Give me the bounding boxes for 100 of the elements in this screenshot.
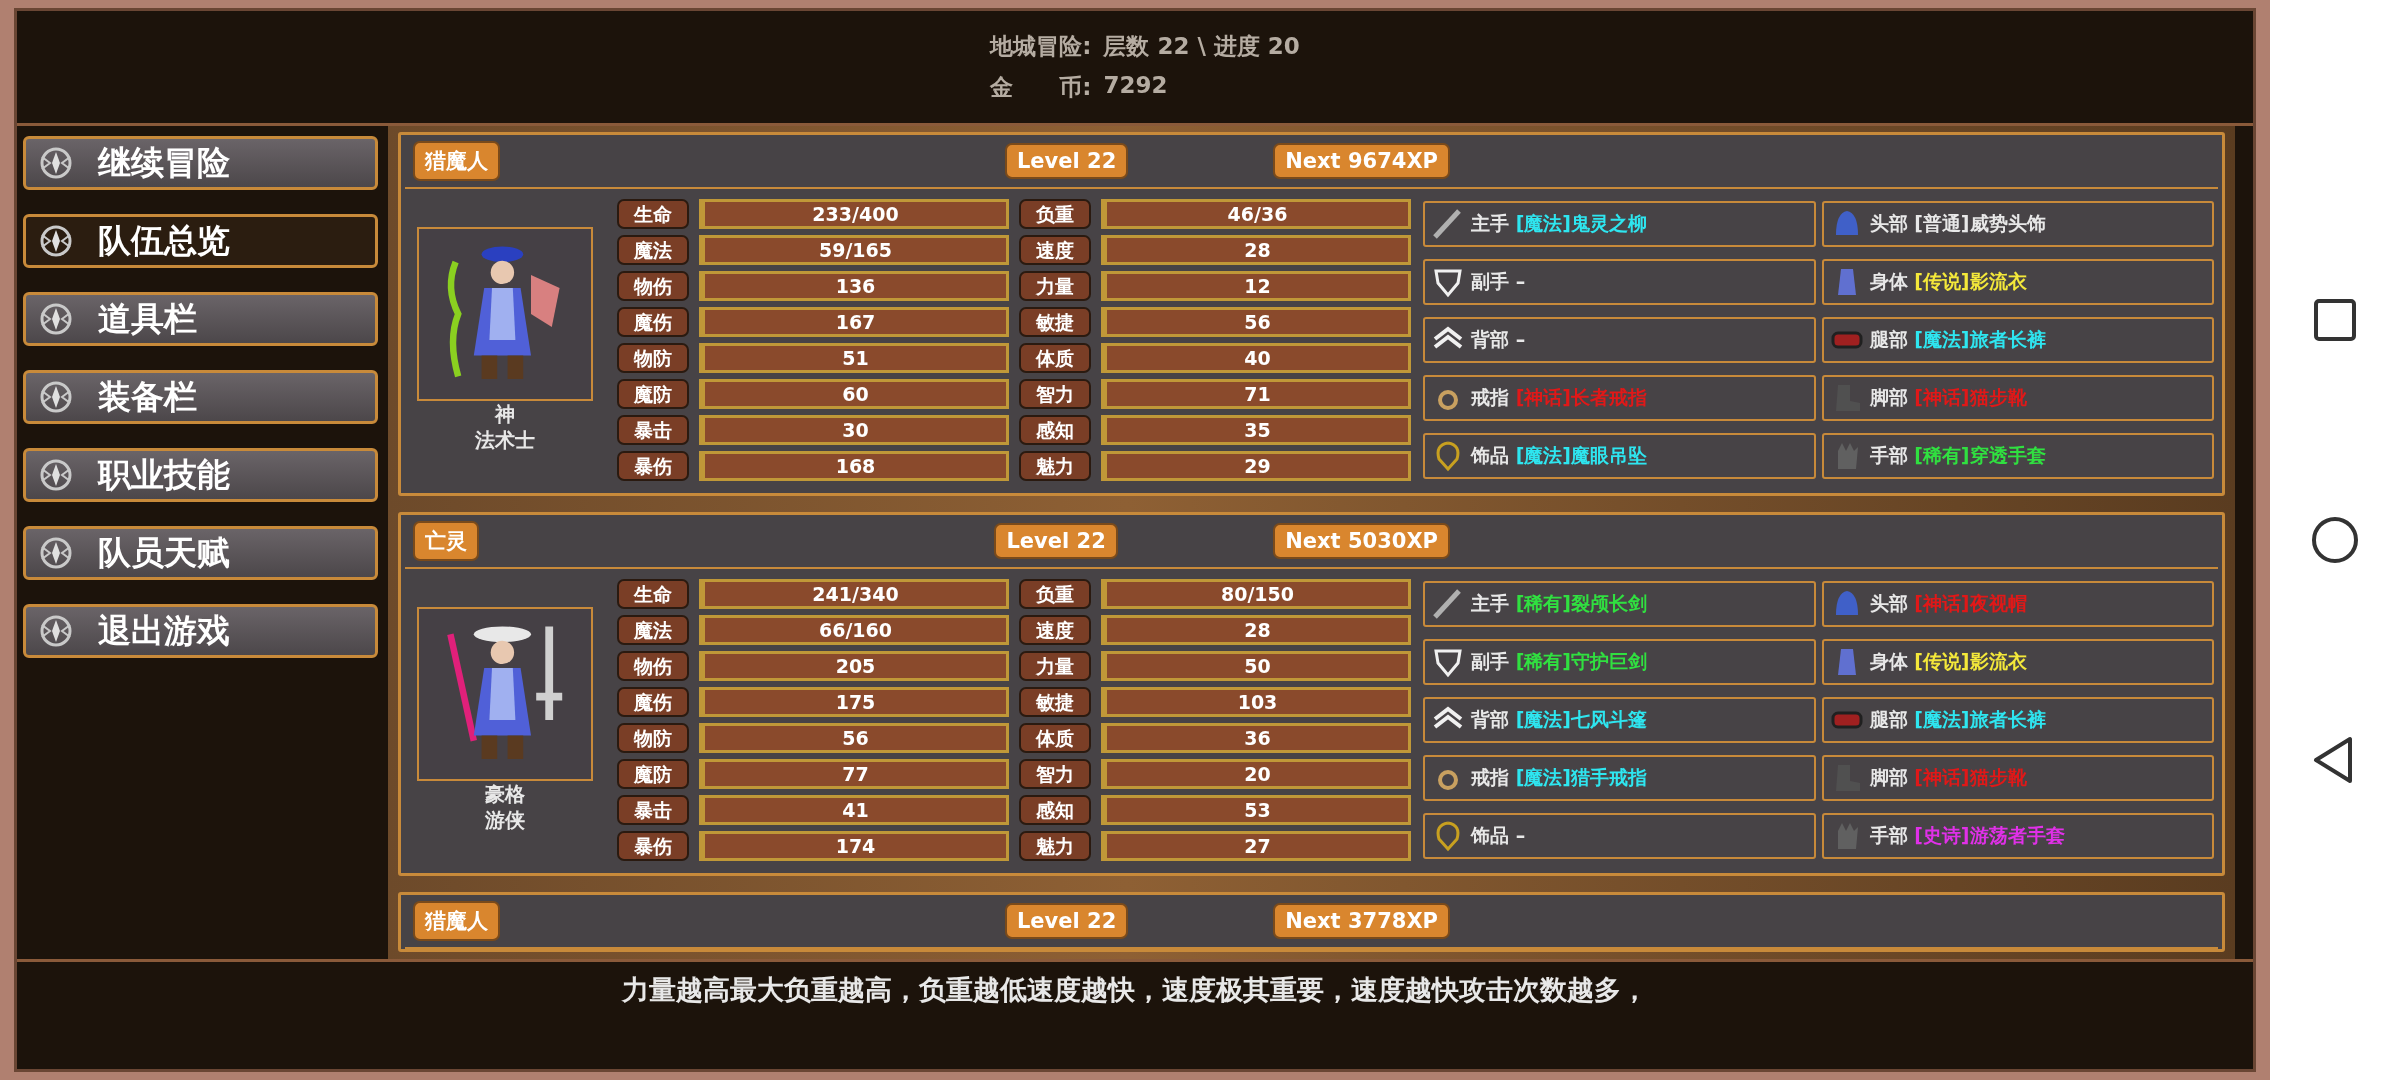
equipment-slot[interactable]: 饰品 [魔法]魔眼吊坠 xyxy=(1423,433,1816,479)
stat-label: 魔防 xyxy=(617,759,689,789)
equipment-slot[interactable]: 戒指 [神话]长者戒指 xyxy=(1423,375,1816,421)
stat-bar: 59/165 xyxy=(699,235,1009,265)
stat-bar: 241/340 xyxy=(699,579,1009,609)
stat-label: 魅力 xyxy=(1019,831,1091,861)
stat-label: 魔伤 xyxy=(617,307,689,337)
equipment-label: 头部 [神话]夜视帽 xyxy=(1869,591,2027,616)
stat-label: 体质 xyxy=(1019,343,1091,373)
stat-label: 力量 xyxy=(1019,271,1091,301)
equipment-slot[interactable]: 饰品 – xyxy=(1423,813,1816,859)
stat-bar: 71 xyxy=(1101,379,1411,409)
stat-label: 力量 xyxy=(1019,651,1091,681)
class-badge: 猎魔人 xyxy=(413,141,500,181)
header-value: 7292 xyxy=(1103,72,1168,100)
stat-label: 魔防 xyxy=(617,379,689,409)
stat-bar: 167 xyxy=(699,307,1009,337)
stat-label: 物防 xyxy=(617,343,689,373)
menu-item[interactable]: 队员天赋 xyxy=(23,526,378,580)
next-xp-badge: Next 5030XP xyxy=(1273,523,1450,559)
stat-label: 暴伤 xyxy=(617,451,689,481)
class-badge: 猎魔人 xyxy=(413,901,500,941)
stat-label: 魔法 xyxy=(617,615,689,645)
equipment-slot[interactable]: 主手 [稀有]裂颅长剑 xyxy=(1423,581,1816,627)
stat-bar: 35 xyxy=(1101,415,1411,445)
stat-label: 暴击 xyxy=(617,415,689,445)
equipment-slot[interactable]: 副手 – xyxy=(1423,259,1816,305)
next-xp-badge: Next 3778XP xyxy=(1273,903,1450,939)
equipment-label: 背部 – xyxy=(1471,327,1526,352)
stat-bar: 30 xyxy=(699,415,1009,445)
equipment-label: 背部 [魔法]七风斗篷 xyxy=(1471,707,1647,732)
equipment-slot[interactable]: 副手 [稀有]守护巨剑 xyxy=(1423,639,1816,685)
menu-item[interactable]: 职业技能 xyxy=(23,448,378,502)
stat-label: 魔法 xyxy=(617,235,689,265)
stat-label: 速度 xyxy=(1019,615,1091,645)
header-value: 层数 22 \ 进度 20 xyxy=(1103,32,1300,61)
stat-label: 智力 xyxy=(1019,759,1091,789)
equipment-slot[interactable]: 身体 [传说]影流衣 xyxy=(1821,639,2214,685)
equipment-slot[interactable]: 手部 [稀有]穿透手套 xyxy=(1821,433,2214,479)
menu-item[interactable]: 队伍总览 xyxy=(23,214,378,268)
character-name: 豪格 xyxy=(485,781,525,807)
hint-text: 力量越高最大负重越高，负重越低速度越快，速度极其重要，速度越快攻击次数越多， xyxy=(622,973,1648,1007)
home-icon[interactable] xyxy=(2310,515,2360,565)
equipment-slot[interactable]: 头部 [普通]威势头饰 xyxy=(1821,201,2214,247)
equipment-slot[interactable]: 戒指 [魔法]猎手戒指 xyxy=(1423,755,1816,801)
header-label: 金 币: xyxy=(990,73,1092,102)
equipment-label: 脚部 [神话]猫步靴 xyxy=(1869,385,2027,410)
equipment-slot[interactable]: 背部 – xyxy=(1423,317,1816,363)
equipment-label: 饰品 – xyxy=(1471,823,1526,848)
stat-label: 负重 xyxy=(1019,579,1091,609)
stat-bar: 233/400 xyxy=(699,199,1009,229)
equipment-label: 身体 [传说]影流衣 xyxy=(1869,649,2027,674)
menu-item[interactable]: 继续冒险 xyxy=(23,136,378,190)
equipment-slot[interactable]: 脚部 [神话]猫步靴 xyxy=(1821,755,2214,801)
stat-label: 物防 xyxy=(617,723,689,753)
stat-label: 物伤 xyxy=(617,271,689,301)
stat-label: 魅力 xyxy=(1019,451,1091,481)
level-badge: Level 22 xyxy=(994,523,1118,559)
stat-bar: 27 xyxy=(1101,831,1411,861)
stat-bar: 77 xyxy=(699,759,1009,789)
menu-item[interactable]: 道具栏 xyxy=(23,292,378,346)
equipment-label: 脚部 [神话]猫步靴 xyxy=(1869,765,2027,790)
stat-bar: 40 xyxy=(1101,343,1411,373)
equipment-label: 腿部 [魔法]旅者长裤 xyxy=(1869,707,2046,732)
menu-item[interactable]: 退出游戏 xyxy=(23,604,378,658)
equipment-slot[interactable]: 脚部 [神话]猫步靴 xyxy=(1821,375,2214,421)
equipment-slot[interactable]: 腿部 [魔法]旅者长裤 xyxy=(1821,317,2214,363)
stat-bar: 46/36 xyxy=(1101,199,1411,229)
equipment-slot[interactable]: 腿部 [魔法]旅者长裤 xyxy=(1821,697,2214,743)
equipment-label: 饰品 [魔法]魔眼吊坠 xyxy=(1471,443,1647,468)
stat-bar: 60 xyxy=(699,379,1009,409)
stat-bar: 56 xyxy=(699,723,1009,753)
stat-bar: 53 xyxy=(1101,795,1411,825)
stat-label: 生命 xyxy=(617,579,689,609)
equipment-slot[interactable]: 主手 [魔法]鬼灵之柳 xyxy=(1423,201,1816,247)
equipment-label: 腿部 [魔法]旅者长裤 xyxy=(1869,327,2046,352)
stat-bar: 205 xyxy=(699,651,1009,681)
stat-label: 感知 xyxy=(1019,415,1091,445)
equipment-slot[interactable]: 手部 [史诗]游荡者手套 xyxy=(1821,813,2214,859)
stat-label: 负重 xyxy=(1019,199,1091,229)
stat-bar: 29 xyxy=(1101,451,1411,481)
header-label: 地城冒险: xyxy=(990,32,1092,61)
stat-bar: 12 xyxy=(1101,271,1411,301)
stat-bar: 168 xyxy=(699,451,1009,481)
equipment-slot[interactable]: 身体 [传说]影流衣 xyxy=(1821,259,2214,305)
stat-bar: 41 xyxy=(699,795,1009,825)
menu-item[interactable]: 装备栏 xyxy=(23,370,378,424)
stat-label: 智力 xyxy=(1019,379,1091,409)
stat-bar: 174 xyxy=(699,831,1009,861)
equipment-label: 副手 [稀有]守护巨剑 xyxy=(1471,649,1647,674)
equipment-slot[interactable]: 头部 [神话]夜视帽 xyxy=(1821,581,2214,627)
equipment-label: 副手 – xyxy=(1471,269,1526,294)
equipment-label: 戒指 [神话]长者戒指 xyxy=(1471,385,1647,410)
next-xp-badge: Next 9674XP xyxy=(1273,143,1450,179)
stat-label: 暴击 xyxy=(617,795,689,825)
equipment-slot[interactable]: 背部 [魔法]七风斗篷 xyxy=(1423,697,1816,743)
equipment-label: 主手 [稀有]裂颅长剑 xyxy=(1471,591,1647,616)
stat-bar: 56 xyxy=(1101,307,1411,337)
stat-bar: 136 xyxy=(699,271,1009,301)
stat-bar: 50 xyxy=(1101,651,1411,681)
